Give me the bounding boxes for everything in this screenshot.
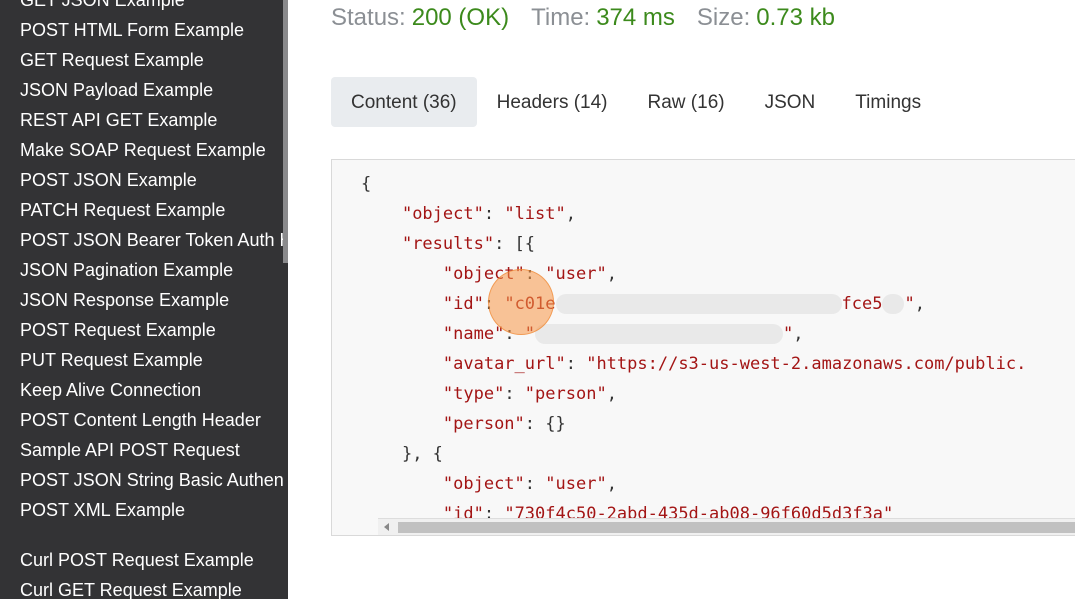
code-line: "avatar_url": "https://s3-us-west-2.amaz… <box>442 354 1027 374</box>
sidebar-link[interactable]: POST JSON String Basic Authentication <box>0 465 284 495</box>
json-code[interactable]: { "object": "list", "results": [{ "objec… <box>355 160 1075 535</box>
sidebar-link[interactable]: JSON Response Example <box>0 285 284 315</box>
size-label: Size: <box>696 4 751 31</box>
sidebar: GET JSON Example POST HTML Form Example GE… <box>0 0 288 599</box>
code-line: "results": [{ <box>401 234 536 254</box>
time-label: Time: <box>531 4 591 31</box>
sidebar-scrollbar[interactable] <box>283 0 288 263</box>
sidebar-link[interactable]: GET Request Example <box>0 45 284 75</box>
time-value: 374 ms <box>596 4 675 31</box>
sidebar-link[interactable]: JSON Pagination Example <box>0 255 284 285</box>
sidebar-link[interactable]: POST Content Length Header <box>0 405 284 435</box>
code-line: { <box>361 174 372 194</box>
json-response-panel: { "object": "list", "results": [{ "objec… <box>331 159 1075 536</box>
sidebar-link[interactable]: PATCH Request Example <box>0 195 284 225</box>
status-value: 200 (OK) <box>411 4 510 31</box>
sidebar-link[interactable]: JSON Payload Example <box>0 75 284 105</box>
response-status: Status: 200 (OK) Time: 374 ms Size: 0.73 kb <box>331 4 857 32</box>
sidebar-link[interactable]: POST JSON Bearer Token Auth Header <box>0 225 284 255</box>
code-line: "name": " ", <box>442 324 804 344</box>
code-line: }, { <box>401 444 443 464</box>
size-value: 0.73 kb <box>756 4 835 31</box>
code-line: "object": "user", <box>442 474 617 494</box>
sidebar-link[interactable]: POST JSON Example <box>0 165 284 195</box>
status-label: Status: <box>331 4 406 31</box>
tab-raw[interactable]: Raw (16) <box>628 77 745 127</box>
tab-json[interactable]: JSON <box>745 77 836 127</box>
code-line: "person": {} <box>442 414 566 434</box>
redacted-text <box>882 294 905 314</box>
tab-timings[interactable]: Timings <box>835 77 941 127</box>
code-line: "object": "list", <box>401 204 576 224</box>
scrollbar-thumb[interactable] <box>398 522 1075 533</box>
code-line: "id": "c01e fce5 ", <box>442 294 925 314</box>
redacted-text <box>535 324 784 344</box>
code-line: "type": "person", <box>442 384 617 404</box>
tab-headers[interactable]: Headers (14) <box>477 77 628 127</box>
scroll-left-icon[interactable] <box>384 523 389 531</box>
tab-content[interactable]: Content (36) <box>331 77 477 127</box>
sidebar-link[interactable]: POST Request Example <box>0 315 284 345</box>
sidebar-link[interactable]: POST HTML Form Example <box>0 15 284 45</box>
sidebar-link[interactable]: Make SOAP Request Example <box>0 135 284 165</box>
redacted-text <box>555 294 842 314</box>
sidebar-link[interactable]: Sample API POST Request <box>0 435 284 465</box>
sidebar-link[interactable]: Curl GET Request Example <box>0 575 284 599</box>
sidebar-list: GET JSON Example POST HTML Form Example GE… <box>0 0 284 599</box>
sidebar-link[interactable]: POST XML Example <box>0 495 284 525</box>
sidebar-link[interactable]: PUT Request Example <box>0 345 284 375</box>
horizontal-scrollbar[interactable] <box>378 518 1075 535</box>
sidebar-link[interactable]: GET JSON Example <box>0 0 284 15</box>
sidebar-link[interactable]: Curl POST Request Example <box>0 545 284 575</box>
code-line: "object": "user", <box>442 264 617 284</box>
sidebar-link[interactable]: Keep Alive Connection <box>0 375 284 405</box>
sidebar-link[interactable]: REST API GET Example <box>0 105 284 135</box>
response-tabs: Content (36) Headers (14) Raw (16) JSON Timi… <box>331 77 941 127</box>
